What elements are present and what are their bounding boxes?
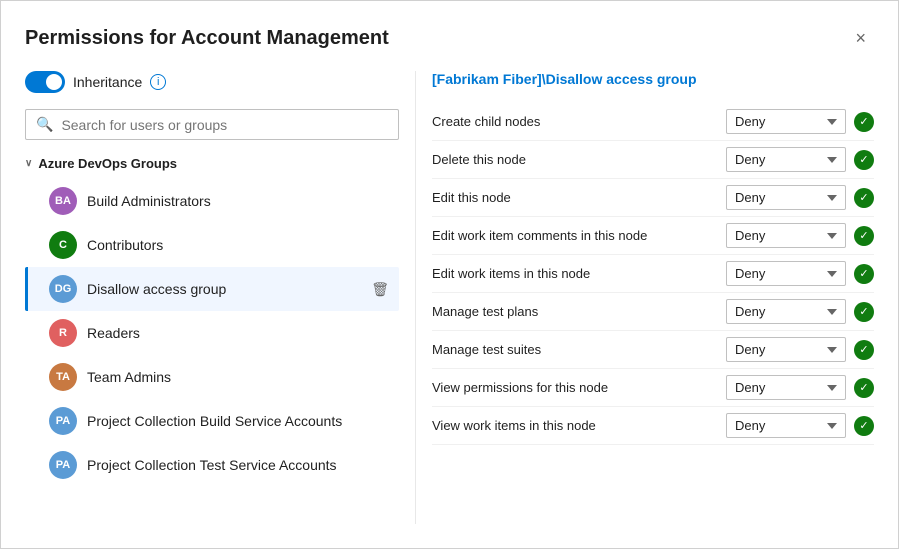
permission-row: Manage test suitesNot setAllowDeny ✓ <box>432 331 874 369</box>
permission-name: Edit work item comments in this node <box>432 228 726 243</box>
search-icon: 🔍 <box>36 116 53 133</box>
group-name: Team Admins <box>87 369 389 385</box>
permission-row: Edit work items in this nodeNot setAllow… <box>432 255 874 293</box>
permission-check-icon: ✓ <box>854 264 874 284</box>
inheritance-toggle[interactable] <box>25 71 65 93</box>
permission-select[interactable]: Not setAllowDeny <box>726 299 846 324</box>
groups-list: BA Build Administrators C Contributors DG Dis… <box>25 179 399 487</box>
permission-check-icon: ✓ <box>854 226 874 246</box>
permission-select[interactable]: Not setAllowDeny <box>726 261 846 286</box>
group-name: Readers <box>87 325 389 341</box>
permission-select[interactable]: Not setAllowDeny <box>726 375 846 400</box>
permission-check-icon: ✓ <box>854 416 874 436</box>
selected-group-title: [Fabrikam Fiber]\Disallow access group <box>432 71 874 87</box>
group-name: Contributors <box>87 237 389 253</box>
group-item[interactable]: DG Disallow access group 🗑 <box>25 267 399 311</box>
close-button[interactable]: × <box>847 25 874 51</box>
permission-check-icon: ✓ <box>854 112 874 132</box>
avatar: DG <box>49 275 77 303</box>
permission-check-icon: ✓ <box>854 378 874 398</box>
group-name: Build Administrators <box>87 193 389 209</box>
permission-name: Delete this node <box>432 152 726 167</box>
permission-name: View permissions for this node <box>432 380 726 395</box>
permission-select[interactable]: Not setAllowDeny <box>726 413 846 438</box>
permission-control: Not setAllowDeny ✓ <box>726 261 874 286</box>
permission-row: Delete this nodeNot setAllowDeny ✓ <box>432 141 874 179</box>
permission-name: Manage test plans <box>432 304 726 319</box>
permission-control: Not setAllowDeny ✓ <box>726 375 874 400</box>
permission-select[interactable]: Not setAllowDeny <box>726 147 846 172</box>
left-panel: Inheritance i 🔍 ∨ Azure DevOps Groups BA… <box>25 71 415 524</box>
avatar: BA <box>49 187 77 215</box>
permission-check-icon: ✓ <box>854 302 874 322</box>
permission-control: Not setAllowDeny ✓ <box>726 147 874 172</box>
permission-select[interactable]: Not setAllowDeny <box>726 109 846 134</box>
permission-select[interactable]: Not setAllowDeny <box>726 185 846 210</box>
permission-name: Edit work items in this node <box>432 266 726 281</box>
permissions-dialog: Permissions for Account Management × Inh… <box>0 0 899 549</box>
permission-name: View work items in this node <box>432 418 726 433</box>
group-item[interactable]: R Readers <box>25 311 399 355</box>
permission-control: Not setAllowDeny ✓ <box>726 185 874 210</box>
permission-select[interactable]: Not setAllowDeny <box>726 337 846 362</box>
dialog-body: Inheritance i 🔍 ∨ Azure DevOps Groups BA… <box>25 71 874 524</box>
group-item[interactable]: PA Project Collection Build Service Accou… <box>25 399 399 443</box>
permission-name: Manage test suites <box>432 342 726 357</box>
group-name: Project Collection Test Service Accounts <box>87 457 389 473</box>
delete-icon[interactable]: 🗑 <box>371 281 389 298</box>
group-item[interactable]: C Contributors <box>25 223 399 267</box>
group-item[interactable]: TA Team Admins <box>25 355 399 399</box>
avatar: TA <box>49 363 77 391</box>
group-item[interactable]: PA Project Collection Test Service Accoun… <box>25 443 399 487</box>
permission-control: Not setAllowDeny ✓ <box>726 337 874 362</box>
permission-control: Not setAllowDeny ✓ <box>726 299 874 324</box>
inheritance-label: Inheritance <box>73 74 142 90</box>
permission-row: View work items in this nodeNot setAllow… <box>432 407 874 445</box>
permission-check-icon: ✓ <box>854 188 874 208</box>
inheritance-info-icon[interactable]: i <box>150 74 166 90</box>
permission-control: Not setAllowDeny ✓ <box>726 109 874 134</box>
avatar: C <box>49 231 77 259</box>
dialog-title: Permissions for Account Management <box>25 27 389 50</box>
search-input[interactable] <box>61 117 388 133</box>
permission-check-icon: ✓ <box>854 150 874 170</box>
avatar: PA <box>49 451 77 479</box>
permission-select[interactable]: Not setAllowDeny <box>726 223 846 248</box>
groups-section: ∨ Azure DevOps Groups BA Build Administra… <box>25 156 399 524</box>
permission-row: Edit work item comments in this nodeNot … <box>432 217 874 255</box>
permission-control: Not setAllowDeny ✓ <box>726 413 874 438</box>
group-section-header[interactable]: ∨ Azure DevOps Groups <box>25 156 399 171</box>
permission-control: Not setAllowDeny ✓ <box>726 223 874 248</box>
dialog-header: Permissions for Account Management × <box>25 25 874 51</box>
search-box: 🔍 <box>25 109 399 140</box>
permission-name: Edit this node <box>432 190 726 205</box>
permission-row: Create child nodesNot setAllowDeny ✓ <box>432 103 874 141</box>
permissions-table: Create child nodesNot setAllowDeny✓Delet… <box>432 103 874 445</box>
permission-name: Create child nodes <box>432 114 726 129</box>
group-section-label: Azure DevOps Groups <box>38 156 177 171</box>
group-item[interactable]: BA Build Administrators <box>25 179 399 223</box>
chevron-icon: ∨ <box>25 158 32 169</box>
group-name: Project Collection Build Service Account… <box>87 413 389 429</box>
permission-row: Manage test plansNot setAllowDeny ✓ <box>432 293 874 331</box>
avatar: R <box>49 319 77 347</box>
right-panel: [Fabrikam Fiber]\Disallow access group C… <box>415 71 874 524</box>
permission-check-icon: ✓ <box>854 340 874 360</box>
group-name: Disallow access group <box>87 281 361 297</box>
permission-row: View permissions for this nodeNot setAll… <box>432 369 874 407</box>
permission-row: Edit this nodeNot setAllowDeny ✓ <box>432 179 874 217</box>
avatar: PA <box>49 407 77 435</box>
inheritance-row: Inheritance i <box>25 71 399 93</box>
